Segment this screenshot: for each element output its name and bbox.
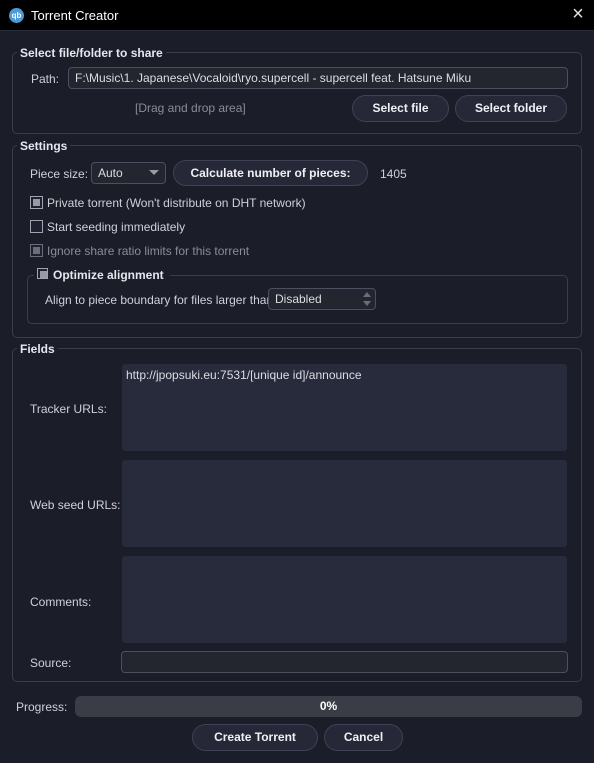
cancel-button[interactable]: Cancel bbox=[324, 724, 403, 751]
ignore-ratio-label: Ignore share ratio limits for this torre… bbox=[47, 244, 250, 258]
path-label: Path: bbox=[31, 72, 60, 86]
progress-bar: 0% bbox=[75, 696, 582, 717]
comments-label: Comments: bbox=[30, 595, 92, 609]
private-torrent-checkbox[interactable] bbox=[30, 196, 43, 209]
web-seed-urls-textarea[interactable] bbox=[122, 460, 567, 547]
pieces-count: 1405 bbox=[380, 167, 407, 181]
path-input[interactable]: F:\Music\1. Japanese\Vocaloid\ryo.superc… bbox=[68, 67, 568, 89]
tracker-urls-label: Tracker URLs: bbox=[30, 402, 107, 416]
piece-size-value: Auto bbox=[98, 166, 123, 180]
window-title: Torrent Creator bbox=[31, 8, 119, 23]
source-input[interactable] bbox=[121, 651, 568, 673]
select-file-button[interactable]: Select file bbox=[352, 95, 449, 122]
web-seed-urls-label: Web seed URLs: bbox=[30, 498, 121, 512]
private-torrent-label: Private torrent (Won't distribute on DHT… bbox=[47, 196, 306, 210]
create-torrent-button[interactable]: Create Torrent bbox=[192, 724, 318, 751]
fields-group-title: Fields bbox=[17, 342, 58, 356]
progress-label: Progress: bbox=[16, 700, 68, 714]
spin-down-icon[interactable] bbox=[363, 301, 371, 306]
start-seeding-label: Start seeding immediately bbox=[47, 220, 186, 234]
app-icon: qb bbox=[9, 8, 24, 23]
align-label: Align to piece boundary for files larger… bbox=[45, 293, 277, 307]
progress-text: 0% bbox=[319, 699, 338, 713]
start-seeding-checkbox[interactable] bbox=[30, 220, 43, 233]
optimize-alignment-title: Optimize alignment bbox=[53, 268, 164, 282]
ignore-ratio-checkbox bbox=[30, 244, 43, 257]
select-folder-button[interactable]: Select folder bbox=[455, 95, 567, 122]
tracker-urls-textarea[interactable]: http://jpopsuki.eu:7531/[unique id]/anno… bbox=[122, 364, 567, 451]
settings-group-title: Settings bbox=[17, 139, 71, 153]
align-value: Disabled bbox=[275, 292, 322, 306]
select-file-group-title: Select file/folder to share bbox=[17, 46, 166, 60]
piece-size-label: Piece size: bbox=[30, 167, 89, 181]
comments-textarea[interactable] bbox=[122, 556, 567, 643]
align-spinbox[interactable]: Disabled bbox=[268, 288, 376, 310]
calculate-pieces-button[interactable]: Calculate number of pieces: bbox=[173, 160, 368, 186]
spin-up-icon[interactable] bbox=[363, 292, 371, 297]
chevron-down-icon bbox=[149, 170, 159, 175]
source-label: Source: bbox=[30, 656, 72, 670]
optimize-alignment-checkbox[interactable] bbox=[37, 268, 48, 279]
close-icon[interactable]: × bbox=[568, 4, 588, 25]
drag-drop-area[interactable]: [Drag and drop area] bbox=[135, 101, 246, 115]
